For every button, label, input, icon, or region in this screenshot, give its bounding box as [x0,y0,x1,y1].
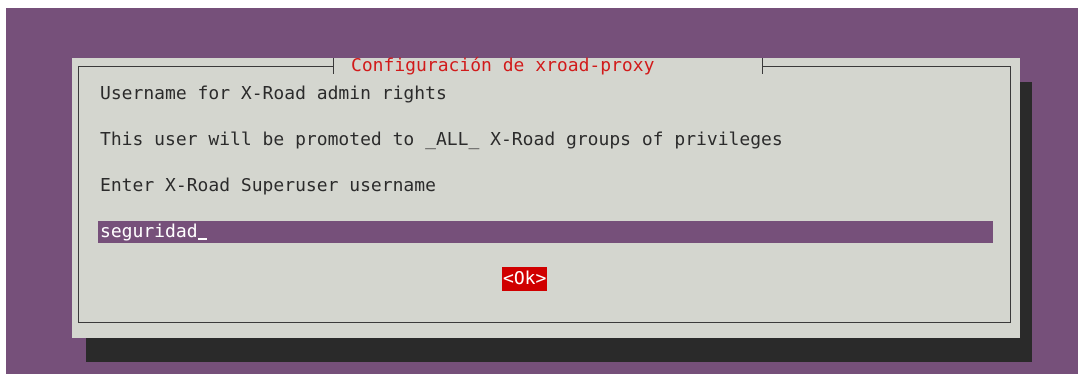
username-input-value: seguridad [100,221,198,242]
description-line-2: This user will be promoted to _ALL_ X-Ro… [100,129,783,150]
input-prompt: Enter X-Road Superuser username [100,175,436,196]
frame-top-right [762,66,1010,67]
username-input[interactable]: seguridad [98,221,993,243]
text-cursor [197,238,207,240]
config-dialog: Configuración de xroad-proxy Username fo… [72,55,1020,338]
frame-top-left [78,66,333,67]
dialog-title: Configuración de xroad-proxy [351,55,655,76]
ok-button[interactable]: <Ok> [502,267,548,291]
title-tick-right [762,58,763,74]
title-tick-left [333,58,334,74]
description-line-1: Username for X-Road admin rights [100,83,447,104]
